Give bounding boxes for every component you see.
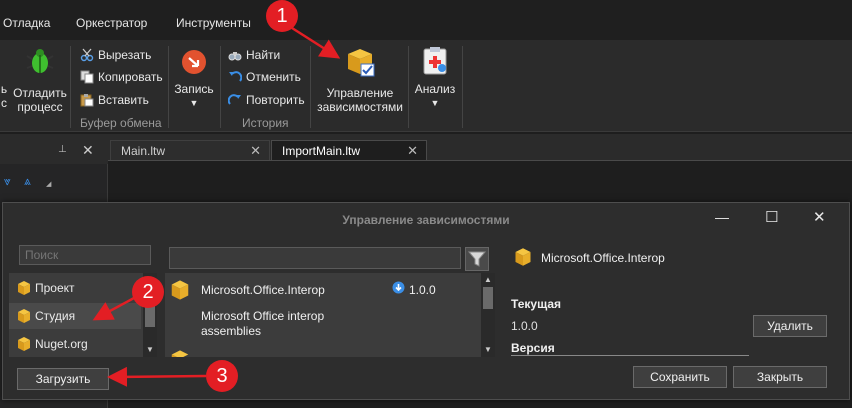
version-label: Версия bbox=[511, 341, 555, 355]
package-name: Microsoft.Office.Interop bbox=[201, 283, 325, 297]
bug-icon bbox=[26, 49, 54, 73]
scroll-down-icon[interactable]: ▼ bbox=[145, 345, 155, 355]
paste-icon bbox=[80, 94, 94, 107]
ribbon: ь с Отладить процесс Вырезать Копировать… bbox=[0, 40, 852, 132]
load-button[interactable]: Загрузить bbox=[17, 368, 109, 390]
version-selector[interactable] bbox=[511, 355, 749, 356]
menu-bar: Отладка Оркестратор Инструменты bbox=[0, 0, 852, 40]
undo-label: Отменить bbox=[246, 70, 301, 84]
dialog-close-icon[interactable]: ✕ bbox=[813, 208, 826, 226]
package-icon bbox=[171, 280, 189, 300]
find-button[interactable]: Найти bbox=[228, 46, 280, 64]
menu-tools[interactable]: Инструменты bbox=[176, 16, 251, 30]
package-icon bbox=[515, 248, 531, 266]
debug-process-button[interactable]: Отладить процесс bbox=[12, 44, 68, 114]
undo-button[interactable]: Отменить bbox=[228, 68, 301, 86]
funnel-icon bbox=[467, 251, 487, 267]
source-item-label: Nuget.org bbox=[35, 337, 88, 351]
dock-options-icon[interactable]: ◢ bbox=[46, 180, 51, 188]
package-icon bbox=[18, 309, 30, 323]
record-icon bbox=[182, 50, 206, 74]
package-filter-input[interactable] bbox=[169, 247, 461, 269]
record-dropdown-icon[interactable]: ▼ bbox=[172, 96, 216, 110]
expand-all-icon[interactable]: ⩔ bbox=[4, 174, 11, 189]
package-icon bbox=[18, 281, 30, 295]
tab-main-close-icon[interactable]: ✕ bbox=[250, 143, 261, 159]
minimize-icon[interactable]: — bbox=[715, 209, 729, 225]
redo-icon bbox=[228, 94, 241, 105]
copy-button[interactable]: Копировать bbox=[80, 68, 163, 86]
debug-process-label: Отладить процесс bbox=[13, 86, 67, 114]
maximize-icon[interactable]: ☐ bbox=[765, 208, 778, 226]
source-item-label: Проект bbox=[35, 281, 75, 295]
callout-2: 2 bbox=[132, 276, 164, 308]
package-icon bbox=[171, 350, 189, 357]
remove-button[interactable]: Удалить bbox=[753, 315, 827, 337]
packages-scrollbar[interactable]: ▲ ▼ bbox=[481, 273, 495, 357]
package-row-partial[interactable] bbox=[165, 347, 479, 357]
close-button[interactable]: Закрыть bbox=[733, 366, 827, 388]
history-group-label: История bbox=[242, 116, 289, 130]
scroll-thumb[interactable] bbox=[483, 287, 493, 309]
tab-main-label: Main.ltw bbox=[121, 144, 166, 158]
packages-list: Microsoft.Office.Interop 1.0.0 Microsoft… bbox=[165, 273, 495, 357]
find-label: Найти bbox=[246, 48, 281, 62]
save-button[interactable]: Сохранить bbox=[633, 366, 727, 388]
source-item-nuget[interactable]: Nuget.org bbox=[9, 331, 141, 357]
cut-label: Вырезать bbox=[98, 48, 152, 62]
source-item-label: Студия bbox=[35, 309, 76, 323]
record-label: Запись bbox=[174, 82, 214, 96]
scissors-icon bbox=[80, 48, 94, 62]
details-package-name: Microsoft.Office.Interop bbox=[541, 251, 665, 265]
analyze-label: Анализ bbox=[414, 82, 456, 96]
paste-label: Вставить bbox=[98, 93, 149, 107]
manage-dependencies-label: Управление зависимостями bbox=[317, 86, 403, 114]
analyze-dropdown-icon[interactable]: ▼ bbox=[412, 96, 458, 110]
current-version-value: 1.0.0 bbox=[511, 319, 538, 333]
package-icon bbox=[18, 337, 30, 351]
package-manager-icon bbox=[348, 49, 375, 77]
tab-importmain-label: ImportMain.ltw bbox=[282, 144, 361, 158]
redo-label: Повторить bbox=[246, 93, 305, 107]
undo-icon bbox=[229, 71, 242, 82]
current-version-label: Текущая bbox=[511, 297, 562, 311]
search-input[interactable] bbox=[19, 245, 151, 265]
callout-3: 3 bbox=[206, 360, 238, 392]
package-row[interactable]: Microsoft.Office.Interop 1.0.0 Microsoft… bbox=[165, 273, 479, 343]
manage-dependencies-button[interactable]: Управление зависимостями bbox=[314, 44, 406, 114]
cut-button[interactable]: Вырезать bbox=[80, 46, 151, 64]
pin-icon[interactable]: ⊥ bbox=[58, 144, 67, 155]
analyze-icon bbox=[423, 47, 447, 75]
manage-dependencies-dialog: Управление зависимостями — ☐ ✕ Проект Ст… bbox=[2, 202, 850, 400]
update-available-icon bbox=[392, 281, 405, 294]
copy-icon bbox=[80, 70, 94, 84]
dock-close-icon[interactable]: ✕ bbox=[82, 142, 94, 159]
tab-importmain[interactable]: ImportMain.ltw ✕ bbox=[271, 140, 427, 160]
clipboard-group-label: Буфер обмена bbox=[80, 116, 162, 130]
binoculars-icon bbox=[228, 52, 242, 61]
ribbon-debug-button-partial[interactable]: ь с bbox=[0, 82, 10, 110]
redo-button[interactable]: Повторить bbox=[228, 91, 305, 109]
collapse-all-icon[interactable]: ⩓ bbox=[24, 174, 31, 189]
callout-1: 1 bbox=[266, 0, 298, 32]
filter-button[interactable] bbox=[465, 247, 489, 271]
copy-label: Копировать bbox=[98, 70, 163, 84]
source-item-studio[interactable]: Студия bbox=[9, 303, 141, 329]
tab-main[interactable]: Main.ltw ✕ bbox=[110, 140, 270, 160]
source-item-project[interactable]: Проект bbox=[9, 275, 141, 301]
paste-button[interactable]: Вставить bbox=[80, 91, 149, 109]
tab-importmain-close-icon[interactable]: ✕ bbox=[407, 143, 418, 159]
package-version: 1.0.0 bbox=[409, 283, 436, 297]
document-tabs: Main.ltw ✕ ImportMain.ltw ✕ bbox=[108, 134, 852, 160]
menu-orchestrator[interactable]: Оркестратор bbox=[76, 16, 147, 30]
menu-debug[interactable]: Отладка bbox=[3, 16, 50, 30]
scroll-down-icon[interactable]: ▼ bbox=[483, 345, 493, 355]
analyze-button[interactable]: Анализ ▼ bbox=[412, 44, 458, 114]
scroll-up-icon[interactable]: ▲ bbox=[483, 275, 493, 285]
dock-header: ⊥ ✕ bbox=[0, 134, 108, 164]
record-button[interactable]: Запись ▼ bbox=[172, 46, 216, 116]
package-description: Microsoft Office interop assemblies bbox=[201, 309, 325, 338]
